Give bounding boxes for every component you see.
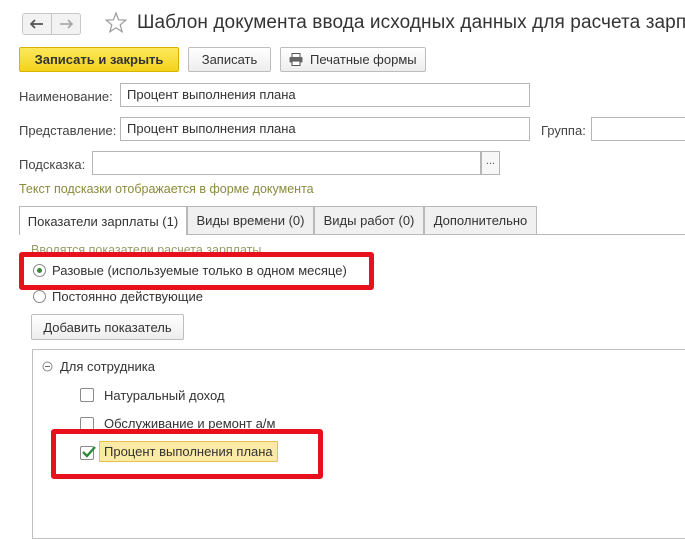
tree-item-label: Натуральный доход bbox=[104, 388, 225, 403]
radio-permanent-label: Постоянно действующие bbox=[52, 289, 203, 304]
arrow-left-icon bbox=[30, 19, 43, 29]
presentation-label: Представление: bbox=[19, 123, 117, 138]
group-field[interactable] bbox=[591, 117, 685, 141]
forward-button[interactable] bbox=[51, 13, 81, 35]
checkbox-natural-income[interactable] bbox=[80, 388, 94, 402]
hint-note: Текст подсказки отображается в форме док… bbox=[19, 182, 314, 196]
collapse-icon[interactable] bbox=[42, 361, 53, 372]
hint-select-button[interactable]: ... bbox=[481, 151, 500, 175]
hint-label: Подсказка: bbox=[19, 157, 86, 172]
hint-field[interactable] bbox=[92, 151, 481, 175]
presentation-field[interactable]: Процент выполнения плана bbox=[120, 117, 530, 141]
highlight-frame-item bbox=[51, 429, 323, 479]
add-indicator-button[interactable]: Добавить показатель bbox=[31, 314, 184, 340]
tab-work-types[interactable]: Виды работ (0) bbox=[314, 206, 424, 234]
page-title: Шаблон документа ввода исходных данных д… bbox=[137, 12, 685, 33]
tab-time-types[interactable]: Виды времени (0) bbox=[187, 206, 314, 234]
name-label: Наименование: bbox=[19, 89, 113, 104]
highlight-frame-radio bbox=[19, 252, 374, 290]
arrow-right-icon bbox=[60, 19, 73, 29]
print-forms-label: Печатные формы bbox=[310, 52, 417, 67]
save-and-close-button[interactable]: Записать и закрыть bbox=[19, 47, 179, 72]
name-field[interactable]: Процент выполнения плана bbox=[120, 83, 530, 107]
group-label: Группа: bbox=[541, 123, 586, 138]
radio-permanent[interactable] bbox=[33, 290, 46, 303]
tree-group-employee[interactable]: Для сотрудника bbox=[60, 359, 155, 374]
tab-additional[interactable]: Дополнительно bbox=[424, 206, 537, 234]
print-forms-button[interactable]: Печатные формы bbox=[280, 47, 426, 72]
favorite-star-icon[interactable] bbox=[104, 11, 128, 38]
tab-salary-indicators[interactable]: Показатели зарплаты (1) bbox=[19, 206, 187, 235]
printer-icon bbox=[289, 53, 303, 66]
save-button[interactable]: Записать bbox=[188, 47, 271, 72]
back-button[interactable] bbox=[22, 13, 52, 35]
